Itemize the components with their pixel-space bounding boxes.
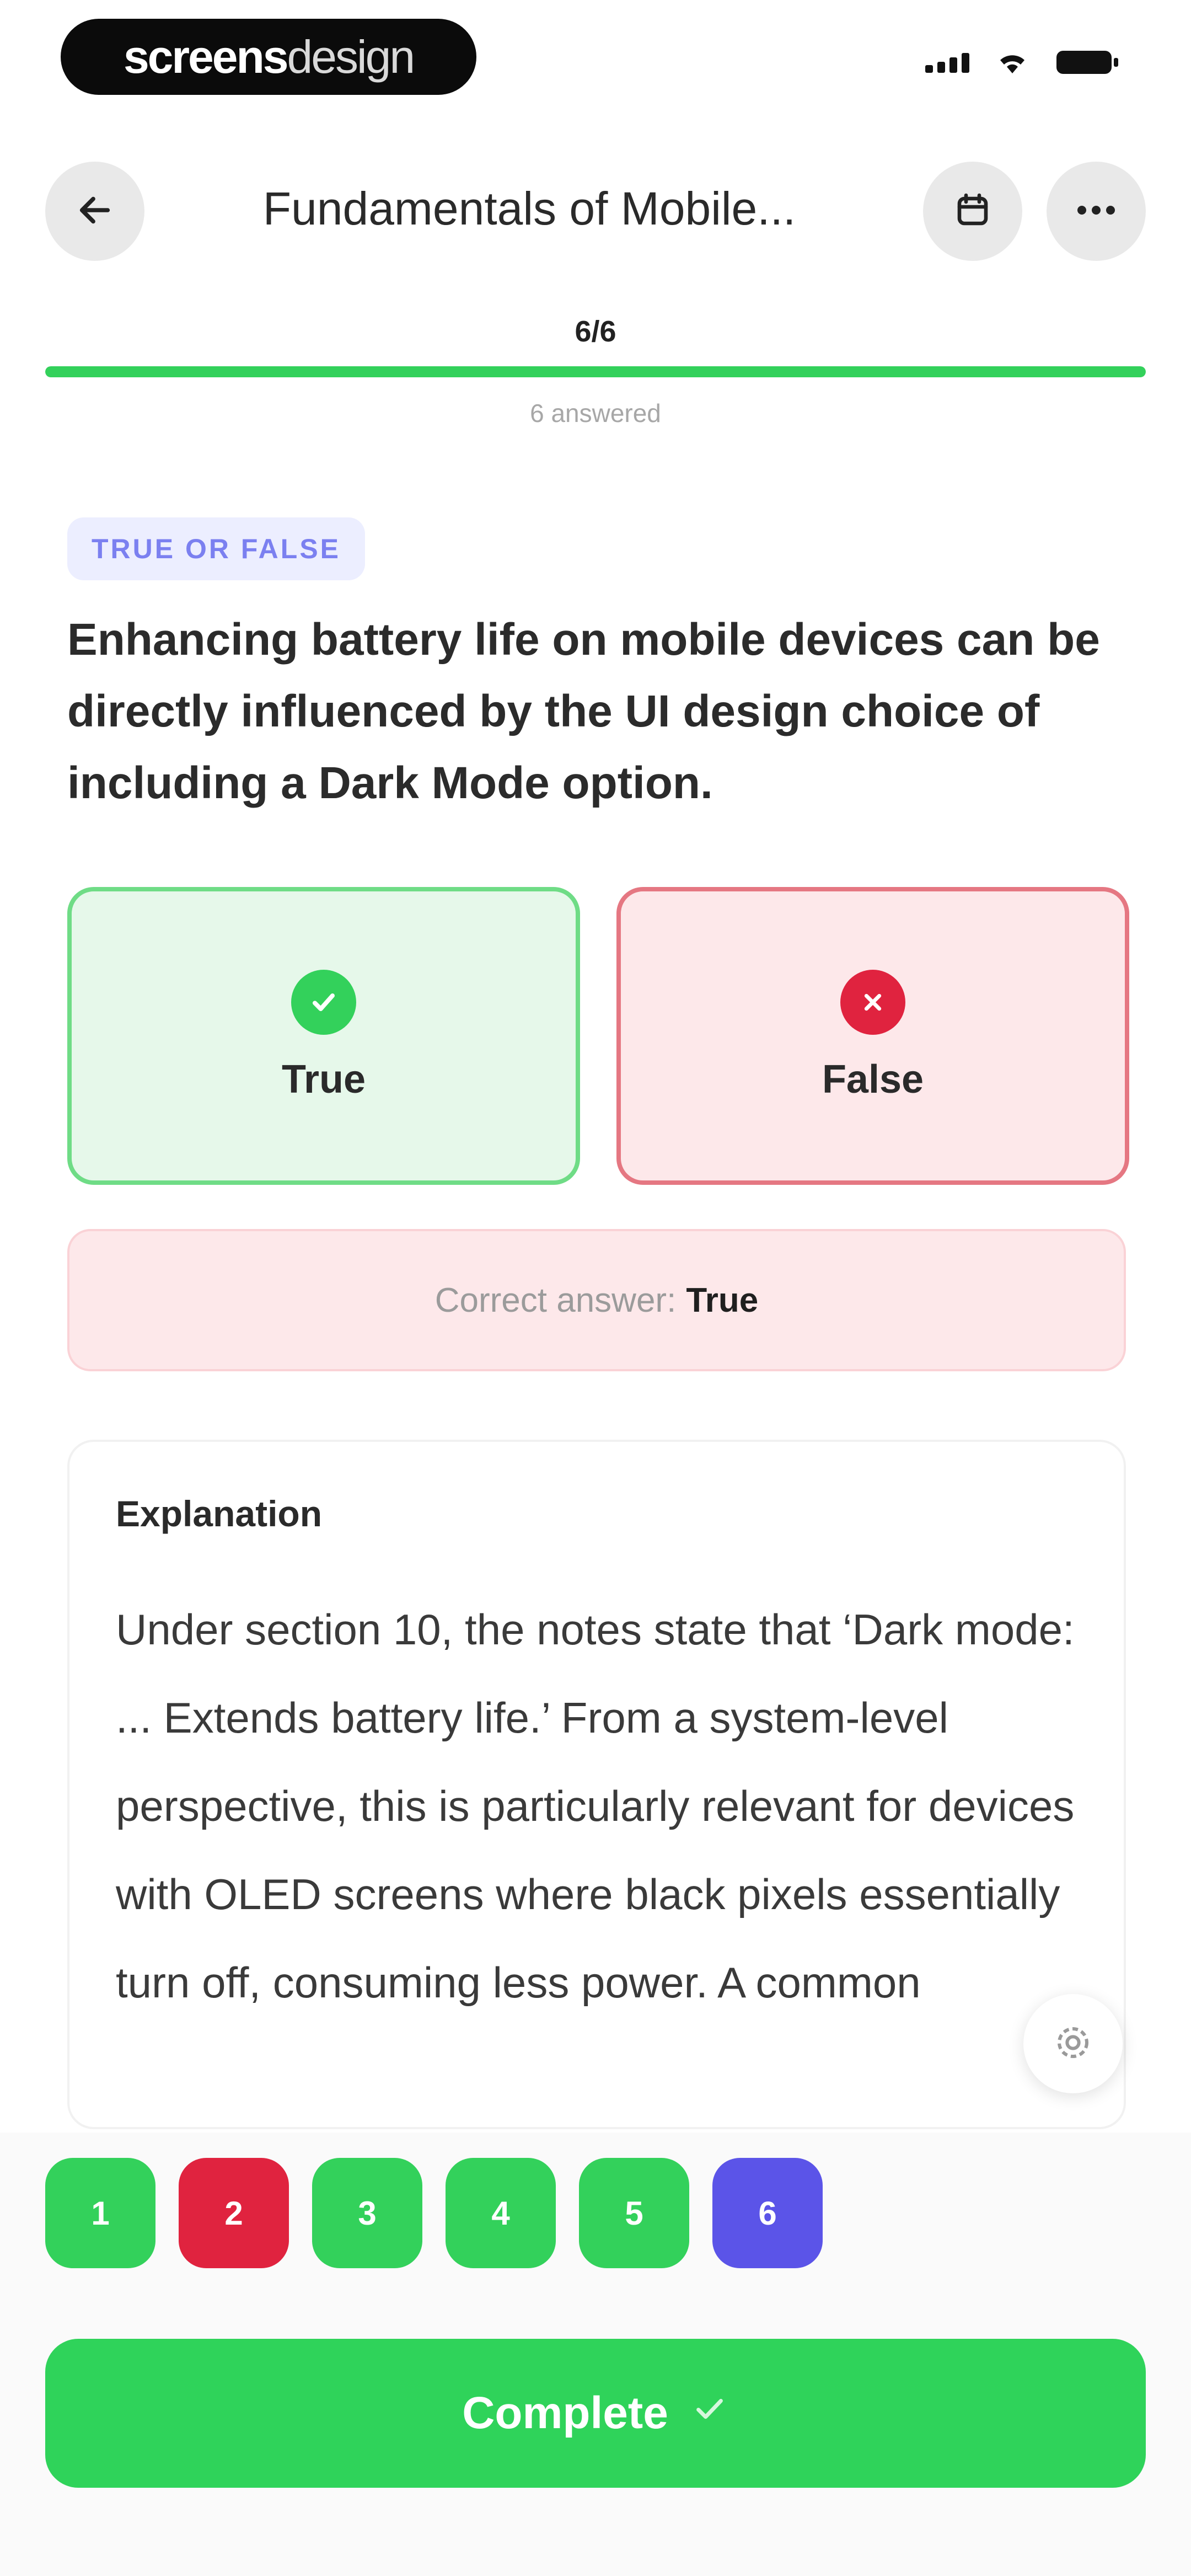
wifi-icon	[996, 50, 1029, 74]
brand-logo: screens design	[61, 19, 476, 95]
brand-logo-bold: screens	[123, 30, 289, 83]
option-true[interactable]: True	[67, 887, 580, 1185]
arrow-left-icon	[76, 191, 114, 232]
complete-button[interactable]: Complete	[45, 2339, 1146, 2488]
status-icons	[925, 50, 1119, 75]
correct-answer-value: True	[686, 1281, 759, 1319]
question-nav-button-6[interactable]: 6	[712, 2158, 823, 2268]
settings-button[interactable]	[1023, 1994, 1123, 2093]
progress-bar	[45, 366, 1146, 377]
correct-answer-label: Correct answer:	[434, 1281, 677, 1319]
x-icon	[840, 970, 905, 1035]
calendar-icon	[953, 190, 993, 233]
page-title: Fundamentals of Mobile...	[262, 183, 796, 234]
check-icon	[291, 970, 356, 1035]
explanation-body: Under section 10, the notes state that ‘…	[116, 1605, 1075, 2007]
option-false-label: False	[822, 1057, 924, 1102]
explanation-title: Explanation	[116, 1493, 323, 1534]
option-false[interactable]: False	[616, 887, 1129, 1185]
progress-bar-fill	[45, 366, 1146, 377]
question-type-badge: TRUE OR FALSE	[67, 517, 366, 580]
question-nav-button-5[interactable]: 5	[579, 2158, 689, 2268]
question-nav-button-4[interactable]: 4	[446, 2158, 556, 2268]
option-true-label: True	[281, 1057, 366, 1102]
checkmark-icon	[690, 2387, 729, 2439]
brand-logo-light: design	[287, 30, 416, 83]
question-text: Enhancing battery life on mobile devices…	[67, 614, 1100, 808]
question-nav-button-1[interactable]: 1	[45, 2158, 155, 2268]
answered-count: 6 answered	[530, 399, 661, 427]
battery-icon	[1055, 50, 1119, 75]
progress-count: 6/6	[575, 315, 616, 348]
complete-button-label: Complete	[462, 2388, 668, 2438]
back-button[interactable]	[45, 162, 144, 261]
question-nav-button-2[interactable]: 2	[179, 2158, 289, 2268]
question-nav-button-3[interactable]: 3	[312, 2158, 422, 2268]
question-navigator: 1 2 3 4 5 6	[45, 2158, 823, 2268]
correct-answer-banner: Correct answer: True	[67, 1229, 1126, 1371]
cellular-signal-icon	[925, 52, 969, 73]
more-horizontal-icon	[1074, 202, 1118, 221]
more-options-button[interactable]	[1047, 162, 1146, 261]
calendar-button[interactable]	[923, 162, 1022, 261]
explanation-card: Explanation Under section 10, the notes …	[67, 1440, 1126, 2129]
gear-icon	[1051, 2021, 1095, 2067]
